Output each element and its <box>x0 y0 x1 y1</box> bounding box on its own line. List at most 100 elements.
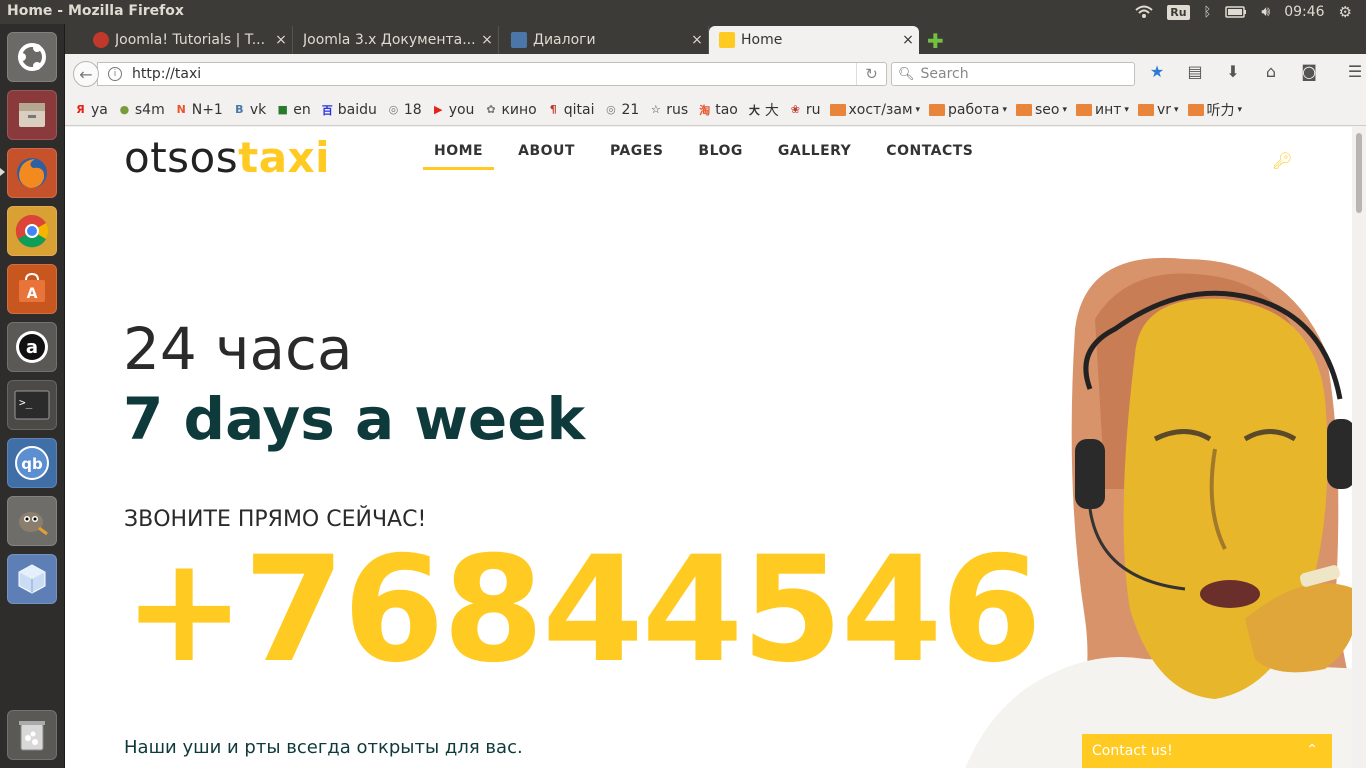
page-scrollbar[interactable] <box>1352 127 1366 768</box>
dropdown-caret-icon: ▾ <box>1237 104 1243 115</box>
bookmark-item[interactable]: ✿ кино <box>483 102 536 118</box>
ubuntu-dash-icon[interactable] <box>7 32 57 82</box>
qbittorrent-icon[interactable]: qb <box>7 438 57 488</box>
tab-close-icon[interactable]: × <box>686 32 708 48</box>
reading-list-icon[interactable]: ▤ <box>1183 62 1207 81</box>
contact-us-bar[interactable]: Contact us! ⌃ <box>1082 734 1332 768</box>
bookmark-label: you <box>448 101 475 118</box>
folder-icon <box>829 103 846 116</box>
site-info-icon[interactable]: i <box>108 67 122 81</box>
bluetooth-icon[interactable]: ᛒ <box>1204 5 1212 20</box>
menu-item-contacts[interactable]: CONTACTS <box>875 143 984 159</box>
bookmark-item[interactable]: 淘 tao <box>697 102 738 118</box>
phone-number[interactable]: +76844546 <box>123 537 1042 683</box>
home-icon[interactable]: ⌂ <box>1259 62 1283 81</box>
back-arrow-icon[interactable]: ← <box>73 61 99 87</box>
bookmark-folder[interactable]: 听力 ▾ <box>1187 100 1243 120</box>
clock[interactable]: 09:46 <box>1284 4 1324 20</box>
new-tab-plus-icon[interactable]: ✚ <box>927 29 944 53</box>
bookmark-favicon-icon: N <box>176 103 186 116</box>
menu-item-pages[interactable]: PAGES <box>599 143 674 159</box>
bookmark-label: кино <box>501 101 537 118</box>
toolbar-icons: ★ ▤ ⬇ ⌂ ◙ ☰ <box>1145 62 1366 81</box>
tab-joomla-docs[interactable]: Joomla 3.x Документа... × <box>293 26 499 54</box>
bookmark-label: baidu <box>337 101 377 118</box>
search-placeholder: Search <box>920 66 969 82</box>
bookmark-label: ru <box>805 101 821 118</box>
terminal-icon[interactable]: >_ <box>7 380 57 430</box>
menu-item-blog[interactable]: BLOG <box>687 143 754 159</box>
svg-text:qb: qb <box>21 455 43 473</box>
menu-item-gallery[interactable]: GALLERY <box>767 143 862 159</box>
keyboard-layout-indicator[interactable]: Ru <box>1167 4 1190 20</box>
virtualbox-cube-icon[interactable] <box>7 554 57 604</box>
bookmark-folder-label: хост/зам <box>848 101 913 118</box>
tab-home[interactable]: Home × <box>709 26 919 54</box>
tab-close-icon[interactable]: × <box>270 32 292 48</box>
bookmark-folder[interactable]: seo ▾ <box>1015 101 1067 118</box>
volume-icon[interactable]: 🔊︎ <box>1261 4 1270 20</box>
bookmark-item[interactable]: ◎ 21 <box>603 102 639 118</box>
logo-part-yellow: taxi <box>238 133 331 182</box>
bookmark-item[interactable]: ❀ ru <box>788 102 821 118</box>
menu-item-home[interactable]: HOME <box>423 143 495 170</box>
bookmark-favicon-icon: ◎ <box>606 103 616 116</box>
bookmark-folder[interactable]: работа ▾ <box>929 102 1007 118</box>
bookmark-item[interactable]: N N+1 <box>174 102 223 118</box>
bookmark-label: tao <box>715 101 738 118</box>
tab-close-icon[interactable]: × <box>897 32 919 48</box>
bookmark-star-icon[interactable]: ★ <box>1145 62 1169 81</box>
bookmark-item[interactable]: ▶ you <box>431 101 475 118</box>
software-center-icon[interactable]: A <box>7 264 57 314</box>
tab-dialogs[interactable]: Диалоги × <box>501 26 709 54</box>
bookmark-folder[interactable]: инт ▾ <box>1076 102 1129 118</box>
bookmark-item[interactable]: ☆ rus <box>648 102 688 118</box>
bookmark-item[interactable]: Яya <box>73 102 108 118</box>
tab-joomla-tutorials[interactable]: Joomla! Tutorials | T... × <box>83 26 293 54</box>
pocket-icon[interactable]: ◙ <box>1297 62 1321 81</box>
firefox-icon[interactable] <box>7 148 57 198</box>
files-icon[interactable] <box>7 90 57 140</box>
power-gear-icon[interactable]: ⚙ <box>1339 3 1352 21</box>
site-logo[interactable]: otsostaxi <box>124 133 330 182</box>
logo-part-dark: otsos <box>124 133 239 182</box>
url-bar[interactable]: i http://taxi ↻ <box>97 62 887 86</box>
bookmark-item[interactable]: 大大 <box>747 100 779 120</box>
bookmark-label: vk <box>249 101 267 118</box>
bookmark-item[interactable]: Вvk <box>232 102 266 118</box>
tab-close-icon[interactable]: × <box>476 32 498 48</box>
bookmark-favicon-icon: ◎ <box>388 103 399 116</box>
bookmark-favicon-icon: ✿ <box>486 103 496 116</box>
bookmark-folder[interactable]: хост/зам ▾ <box>829 101 920 118</box>
login-key-icon[interactable]: 🔑︎ <box>1272 151 1292 170</box>
folder-icon <box>929 103 946 116</box>
bookmark-item[interactable]: ● s4m <box>117 102 165 118</box>
reload-icon[interactable]: ↻ <box>856 63 886 85</box>
tab-label: Joomla 3.x Документа... <box>303 32 476 48</box>
system-top-panel: Home - Mozilla Firefox Ru ᛒ 🔊︎ 09:46 ⚙ <box>0 0 1366 24</box>
battery-icon[interactable] <box>1225 5 1247 19</box>
bookmark-label: ya <box>91 101 108 118</box>
bookmark-folder-label: работа <box>948 101 1000 118</box>
gimp-icon[interactable] <box>7 496 57 546</box>
trash-icon[interactable] <box>7 710 57 760</box>
hamburger-menu-icon[interactable]: ☰ <box>1343 62 1366 81</box>
bookmark-item[interactable]: 百 baidu <box>320 102 377 118</box>
search-input[interactable]: 🔍︎ Search <box>891 62 1135 86</box>
wifi-icon[interactable] <box>1135 5 1153 19</box>
search-icon: 🔍︎ <box>898 66 915 82</box>
bookmark-folder[interactable]: vr ▾ <box>1137 101 1179 118</box>
bookmark-label: N+1 <box>191 101 223 118</box>
amazon-icon[interactable]: a <box>7 322 57 372</box>
url-text[interactable]: http://taxi <box>132 66 201 82</box>
bookmark-folder-label: vr <box>1156 101 1171 118</box>
bookmark-favicon-icon: ▶ <box>433 103 443 116</box>
bookmark-item[interactable]: ◎ 18 <box>386 102 422 118</box>
bookmark-item[interactable]: ■ en <box>275 102 311 118</box>
scrollbar-thumb[interactable] <box>1356 133 1362 213</box>
downloads-arrow-icon[interactable]: ⬇ <box>1221 62 1245 81</box>
bookmark-item[interactable]: ¶ qitai <box>546 102 595 118</box>
menu-item-about[interactable]: ABOUT <box>507 143 586 159</box>
bookmark-folder-label: seo <box>1034 101 1060 118</box>
chrome-icon[interactable] <box>7 206 57 256</box>
